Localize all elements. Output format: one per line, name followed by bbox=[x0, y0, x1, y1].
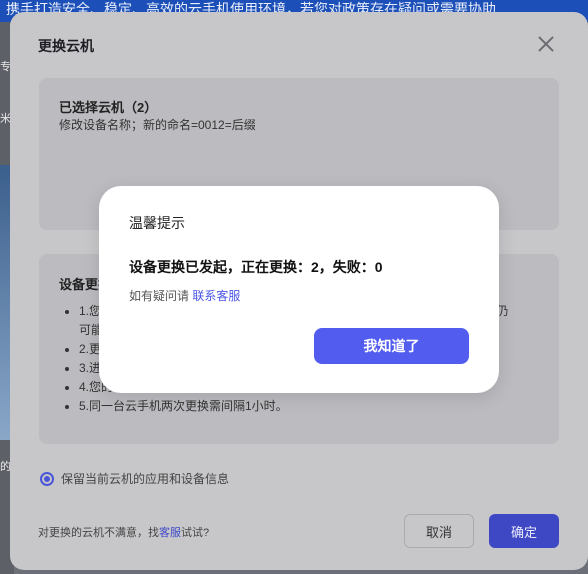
dialog-help-prefix: 如有疑问请 bbox=[129, 289, 190, 303]
footer-hint: 对更换的云机不满意，找客服试试? bbox=[38, 524, 209, 540]
modal-title: 更换云机 bbox=[38, 38, 94, 54]
dialog-help: 如有疑问请 联系客服 bbox=[129, 287, 240, 304]
notes-title: 设备更换 bbox=[59, 277, 99, 292]
tip-dialog: 温馨提示 设备更换已发起，正在更换：2，失败：0 如有疑问请 联系客服 我知道了 bbox=[99, 186, 499, 393]
close-icon[interactable] bbox=[536, 34, 556, 54]
dialog-message: 设备更换已发起，正在更换：2，失败：0 bbox=[129, 259, 383, 275]
radio-selected-icon[interactable] bbox=[40, 471, 54, 486]
cancel-button[interactable]: 取消 bbox=[404, 514, 474, 548]
keep-apps-option[interactable]: 保留当前云机的应用和设备信息 bbox=[40, 470, 229, 487]
note-item: 5.同一台云手机两次更换需间隔1小时。 bbox=[79, 397, 549, 416]
selected-description: 修改设备名称；新的命名=0012=后缀 bbox=[59, 118, 256, 132]
acknowledge-button[interactable]: 我知道了 bbox=[314, 328, 469, 364]
contact-support-link[interactable]: 联系客服 bbox=[192, 289, 240, 303]
customer-service-link[interactable]: 客服 bbox=[159, 527, 181, 539]
dialog-title: 温馨提示 bbox=[129, 215, 185, 231]
keep-apps-label: 保留当前云机的应用和设备信息 bbox=[61, 472, 230, 486]
footer-hint-suffix: 试试? bbox=[181, 527, 210, 539]
selected-count-title: 已选择云机（2） bbox=[59, 100, 158, 115]
footer-hint-prefix: 对更换的云机不满意，找 bbox=[38, 527, 159, 539]
confirm-button[interactable]: 确定 bbox=[489, 514, 559, 548]
